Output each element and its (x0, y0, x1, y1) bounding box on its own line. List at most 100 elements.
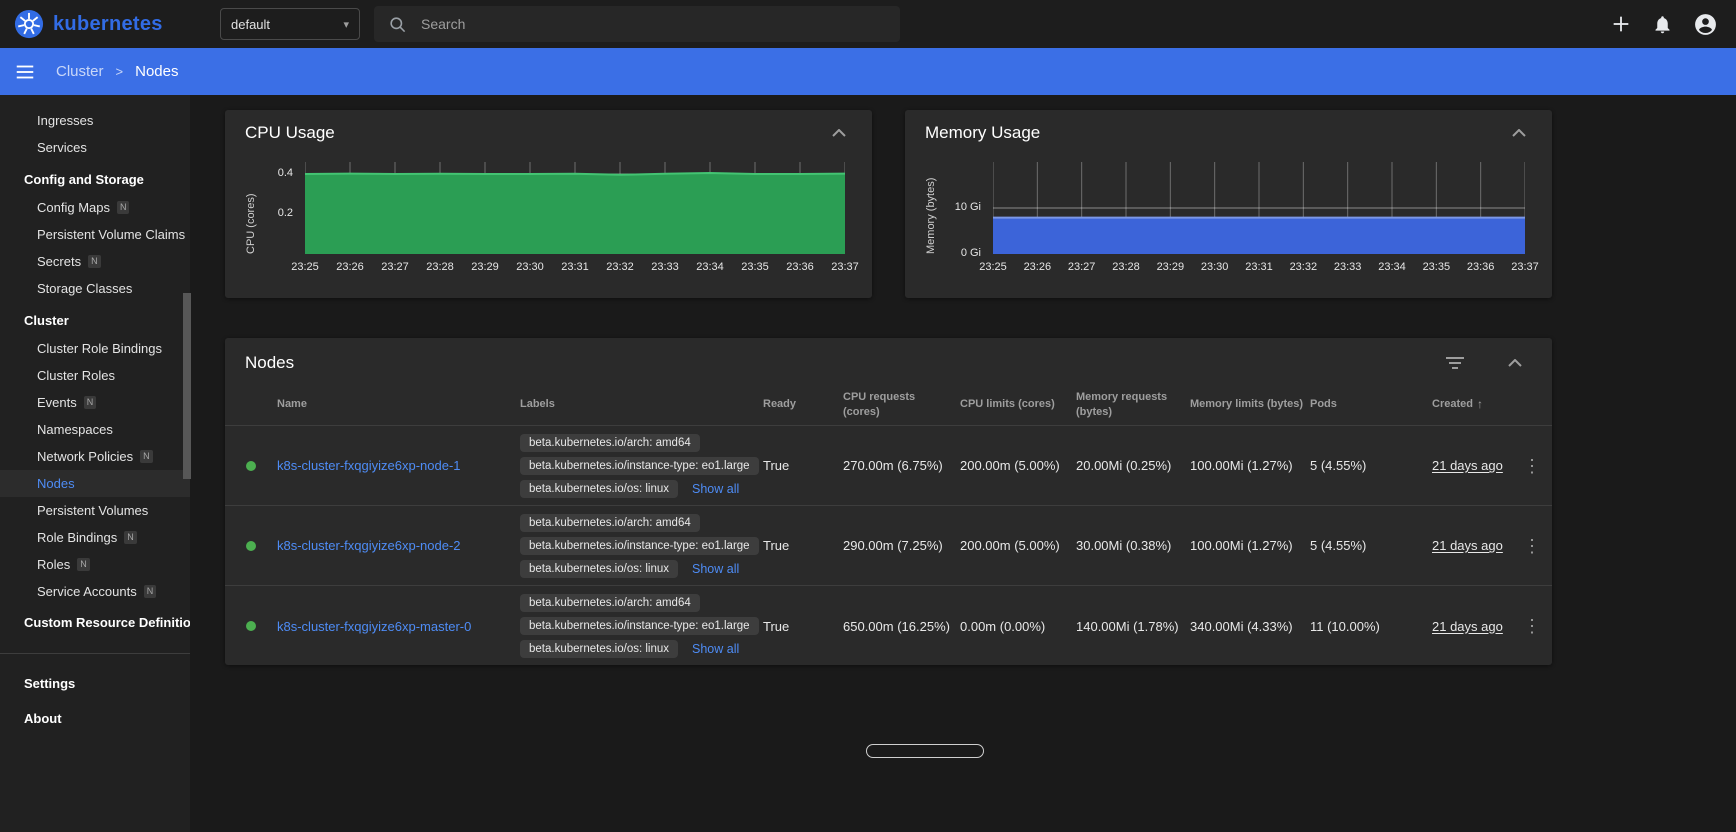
nodes-card: Nodes NameLab (225, 338, 1552, 665)
collapse-nodes-button[interactable] (1502, 353, 1528, 373)
sidebar-item-services[interactable]: Services (0, 134, 190, 161)
label-chip: beta.kubernetes.io/arch: amd64 (520, 434, 700, 452)
cpu-requests-value: 290.00m (7.25%) (843, 538, 943, 553)
sidebar-item-events[interactable]: EventsN (0, 389, 190, 416)
search-box (374, 6, 900, 42)
status-ok-icon (246, 461, 256, 471)
node-name-link[interactable]: k8s-cluster-fxqgiyize6xp-master-0 (277, 619, 471, 634)
sidebar-item-about[interactable]: About (0, 701, 190, 736)
cpu-usage-chart (305, 162, 845, 254)
row-menu-button[interactable]: ⋮ (1515, 535, 1549, 557)
brand[interactable]: kubernetes (14, 0, 163, 48)
namespaced-badge: N (144, 585, 157, 598)
topbar: kubernetes default ▾ (0, 0, 1736, 48)
breadcrumb: Cluster > Nodes (56, 63, 178, 80)
node-row: k8s-cluster-fxqgiyize6xp-master-0beta.ku… (225, 586, 1552, 666)
namespaced-badge: N (77, 558, 90, 571)
sidebar-item-label: Role Bindings (37, 530, 117, 545)
created-value: 21 days ago (1432, 538, 1503, 553)
column-header-memory-limits-bytes[interactable]: Memory limits (bytes) (1190, 397, 1310, 411)
namespaced-badge: N (140, 450, 153, 463)
x-tick-label: 23:31 (1235, 261, 1283, 273)
sidebar-item-role-bindings[interactable]: Role BindingsN (0, 524, 190, 551)
column-header-cpu-limits-cores[interactable]: CPU limits (cores) (960, 397, 1076, 411)
column-header-created[interactable]: Created↑ (1432, 397, 1512, 413)
sidebar-item-network-policies[interactable]: Network PoliciesN (0, 443, 190, 470)
topbar-actions (1604, 0, 1724, 48)
sidebar-scrollbar-thumb[interactable] (183, 293, 191, 479)
account-button[interactable] (1687, 6, 1724, 43)
sidebar-item-service-accounts[interactable]: Service AccountsN (0, 578, 190, 605)
partially-visible-element (866, 744, 984, 758)
y-tick-label: 0 Gi (905, 247, 981, 259)
breadcrumb-current: Nodes (135, 63, 178, 80)
sidebar-item-roles[interactable]: Roles N (0, 551, 190, 578)
sidebar-item-persistent-volume-claims[interactable]: Persistent Volume ClaimsN (0, 221, 190, 248)
sidebar-item-label: Roles (37, 557, 70, 572)
column-header-name[interactable]: Name (277, 397, 520, 411)
namespace-value: default (231, 17, 270, 32)
x-tick-label: 23:30 (1191, 261, 1239, 273)
column-header-pods[interactable]: Pods (1310, 397, 1432, 411)
column-header-ready[interactable]: Ready (763, 397, 843, 411)
x-tick-label: 23:30 (506, 261, 554, 273)
node-name-link[interactable]: k8s-cluster-fxqgiyize6xp-node-1 (277, 458, 461, 473)
search-input[interactable] (419, 15, 886, 33)
row-menu-button[interactable]: ⋮ (1515, 615, 1549, 637)
column-header-labels[interactable]: Labels (520, 397, 763, 411)
menu-button[interactable] (8, 55, 42, 89)
sidebar-item-nodes[interactable]: Nodes (0, 470, 190, 497)
x-tick-label: 23:25 (281, 261, 329, 273)
notifications-button[interactable] (1646, 8, 1679, 41)
sort-ascending-icon: ↑ (1477, 397, 1483, 413)
node-row: k8s-cluster-fxqgiyize6xp-node-2beta.kube… (225, 506, 1552, 586)
sidebar-item-secrets[interactable]: SecretsN (0, 248, 190, 275)
row-menu-button[interactable]: ⋮ (1515, 455, 1549, 477)
sidebar-item-custom-resource-definitions[interactable]: Custom Resource Definitions (0, 605, 190, 640)
cpu-usage-chart-area: CPU (cores)0.20.423:2523:2623:2723:2823:… (225, 148, 872, 288)
show-all-link[interactable]: Show all (692, 482, 739, 496)
memory-limits-value: 100.00Mi (1.27%) (1190, 458, 1293, 473)
x-tick-label: 23:26 (326, 261, 374, 273)
show-all-link[interactable]: Show all (692, 562, 739, 576)
x-tick-label: 23:34 (1368, 261, 1416, 273)
sidebar-item-settings[interactable]: Settings (0, 666, 190, 701)
cpu-limits-value: 200.00m (5.00%) (960, 538, 1060, 553)
create-resource-button[interactable] (1604, 7, 1638, 41)
column-header-cpu-requests-cores[interactable]: CPU requests (cores) (843, 390, 960, 419)
memory-card-title: Memory Usage (925, 123, 1040, 143)
breadcrumb-parent[interactable]: Cluster (56, 63, 104, 80)
collapse-memory-button[interactable] (1506, 123, 1532, 143)
x-tick-label: 23:28 (416, 261, 464, 273)
x-tick-label: 23:37 (821, 261, 869, 273)
x-tick-label: 23:35 (1412, 261, 1460, 273)
ready-value: True (763, 458, 789, 473)
column-header-memory-requests-bytes[interactable]: Memory requests (bytes) (1076, 390, 1190, 419)
sidebar-item-namespaces[interactable]: Namespaces (0, 416, 190, 443)
sidebar-item-config-maps[interactable]: Config MapsN (0, 194, 190, 221)
status-ok-icon (246, 621, 256, 631)
ready-value: True (763, 619, 789, 634)
sidebar-item-cluster-role-bindings[interactable]: Cluster Role Bindings (0, 335, 190, 362)
ready-value: True (763, 538, 789, 553)
filter-button[interactable] (1440, 351, 1470, 375)
x-tick-label: 23:29 (461, 261, 509, 273)
namespace-selector[interactable]: default ▾ (220, 8, 360, 40)
sidebar-item-ingresses[interactable]: Ingresses (0, 107, 190, 134)
sidebar-item-storage-classes[interactable]: Storage Classes (0, 275, 190, 302)
chevron-up-icon (832, 129, 846, 137)
memory-requests-value: 30.00Mi (0.38%) (1076, 538, 1171, 553)
cpu-card-title: CPU Usage (245, 123, 335, 143)
sidebar-item-persistent-volumes[interactable]: Persistent Volumes (0, 497, 190, 524)
sidebar-item-cluster-roles[interactable]: Cluster Roles (0, 362, 190, 389)
x-tick-label: 23:28 (1102, 261, 1150, 273)
memory-card-header: Memory Usage (905, 110, 1552, 148)
show-all-link[interactable]: Show all (692, 642, 739, 656)
nodes-table-body: k8s-cluster-fxqgiyize6xp-node-1 beta.kube… (225, 426, 1552, 666)
x-tick-label: 23:32 (1279, 261, 1327, 273)
x-tick-label: 23:35 (731, 261, 779, 273)
label-chip: beta.kubernetes.io/instance-type: eo1.la… (520, 457, 759, 475)
node-name-link[interactable]: k8s-cluster-fxqgiyize6xp-node-2 (277, 538, 461, 553)
memory-usage-chart-area: Memory (bytes)0 Gi10 Gi23:2523:2623:2723… (905, 148, 1552, 288)
collapse-cpu-button[interactable] (826, 123, 852, 143)
